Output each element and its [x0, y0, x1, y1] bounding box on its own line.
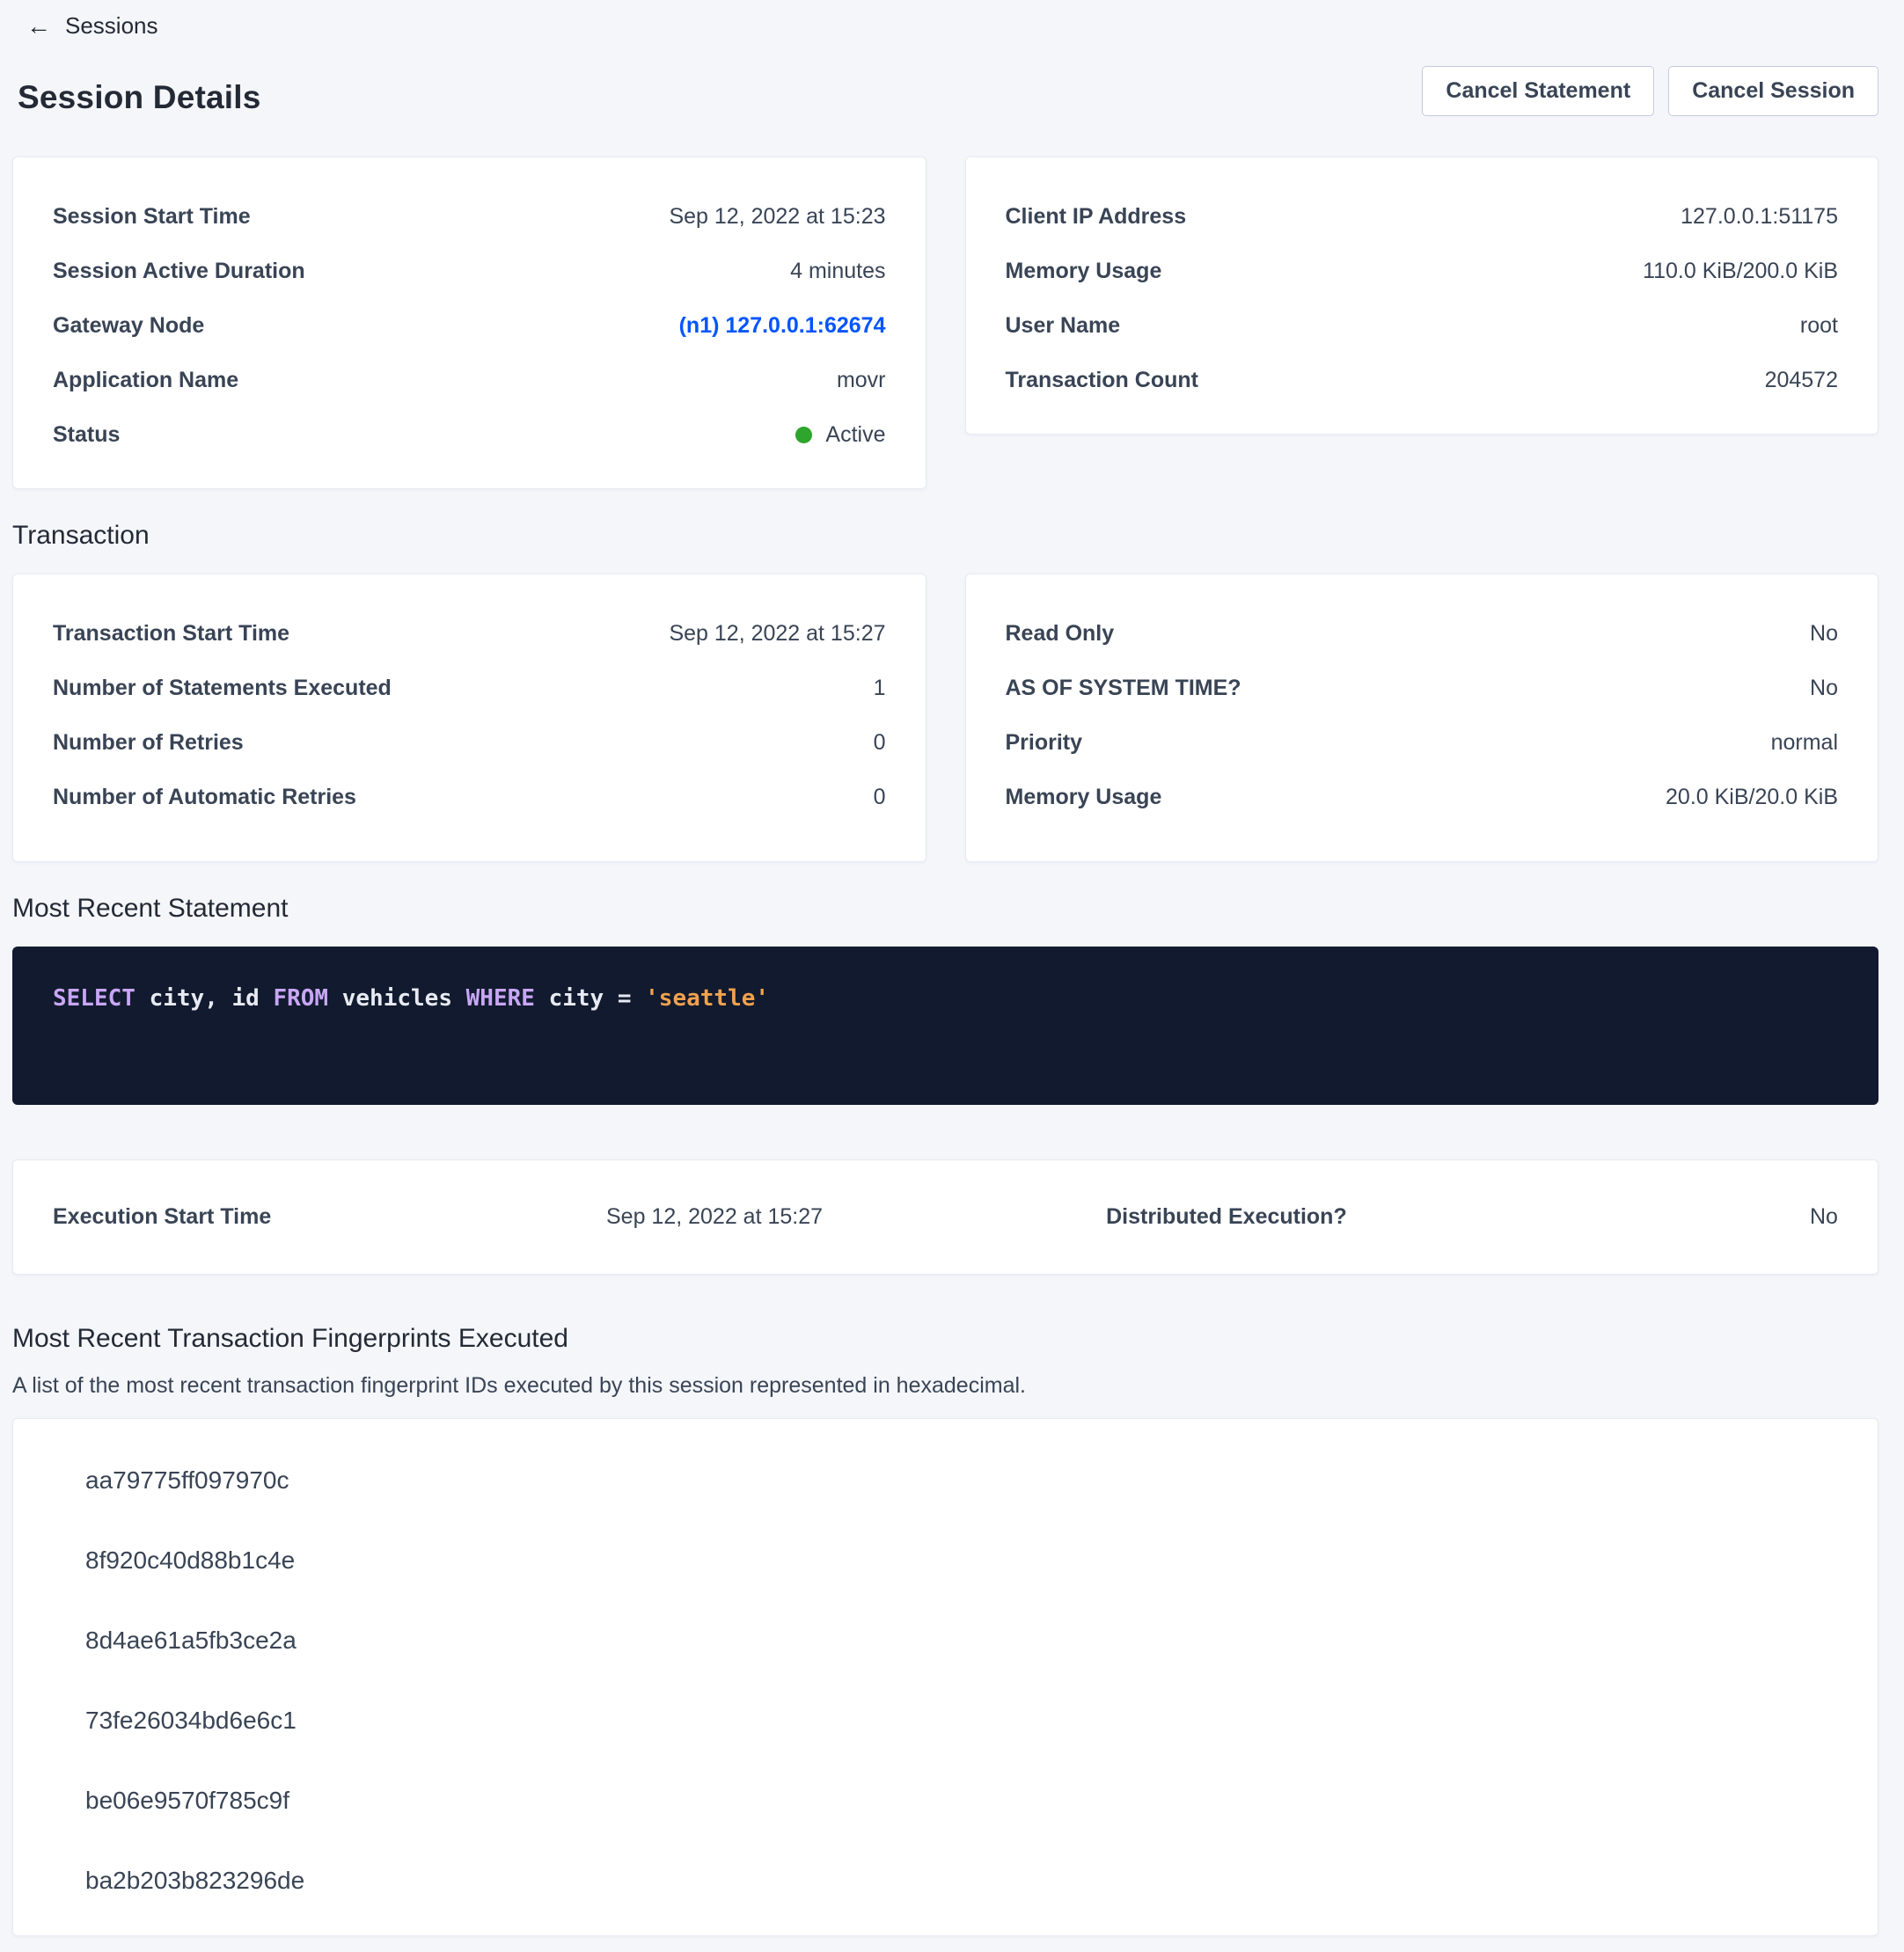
fingerprints-card: aa79775ff097970c 8f920c40d88b1c4e 8d4ae61a… — [12, 1418, 1878, 1936]
gateway-node-link[interactable]: (n1) 127.0.0.1:62674 — [679, 313, 886, 339]
row-value: normal — [1771, 730, 1838, 756]
transaction-left-card: Transaction Start Time Sep 12, 2022 at 15… — [12, 574, 926, 862]
transaction-right-card: Read Only No AS OF SYSTEM TIME? No Priority n… — [965, 574, 1879, 862]
distributed-execution-label: Distributed Execution? — [1106, 1204, 1481, 1230]
execution-start-time-label: Execution Start Time — [53, 1204, 606, 1230]
row-value: 204572 — [1765, 368, 1838, 393]
row-label: Client IP Address — [1006, 204, 1187, 230]
page-header: Session Details Cancel Statement Cancel … — [12, 66, 1878, 116]
sql-token-kw: FROM — [273, 985, 328, 1012]
transaction-fingerprint-id: 8d4ae61a5fb3ce2a — [85, 1627, 1838, 1655]
status-value: Active — [795, 422, 885, 448]
row-value: 0 — [874, 785, 886, 810]
page-title: Session Details — [18, 79, 261, 116]
detail-row: Gateway Node (n1) 127.0.0.1:62674 — [53, 298, 886, 353]
session-details-card: Session Start TimeSep 12, 2022 at 15:23S… — [12, 157, 926, 489]
detail-row: Session Active Duration 4 minutes — [53, 244, 886, 298]
row-label: AS OF SYSTEM TIME? — [1006, 676, 1241, 701]
row-value: 127.0.0.1:51175 — [1681, 204, 1838, 230]
transaction-fingerprint-id: aa79775ff097970c — [85, 1466, 1838, 1495]
row-label: Transaction Count — [1006, 368, 1198, 393]
detail-row: Client IP Address 127.0.0.1:51175 — [1006, 189, 1839, 244]
row-value: movr — [837, 368, 886, 393]
header-buttons: Cancel Statement Cancel Session — [1422, 66, 1878, 116]
sql-token-id: vehicles — [328, 985, 466, 1012]
row-label: Memory Usage — [1006, 785, 1162, 810]
row-label: Memory Usage — [1006, 259, 1162, 284]
detail-row: Memory Usage 20.0 KiB/20.0 KiB — [1006, 770, 1839, 824]
transaction-fingerprint-id: 73fe26034bd6e6c1 — [85, 1707, 1838, 1735]
fingerprints-section-description: A list of the most recent transaction fi… — [12, 1373, 1878, 1399]
transaction-cards: Transaction Start Time Sep 12, 2022 at 15… — [12, 574, 1878, 862]
row-value: root — [1800, 313, 1838, 339]
row-label: User Name — [1006, 313, 1121, 339]
row-value: 1 — [874, 676, 886, 701]
row-label: Number of Automatic Retries — [53, 785, 356, 810]
fingerprints-section-title: Most Recent Transaction Fingerprints Exe… — [12, 1324, 1878, 1354]
detail-row: Number of Automatic Retries 0 — [53, 770, 886, 824]
row-label: Read Only — [1006, 621, 1115, 647]
detail-row: Read Only No — [1006, 606, 1839, 661]
row-value: Sep 12, 2022 at 15:23 — [669, 204, 885, 230]
cancel-statement-button[interactable]: Cancel Statement — [1422, 66, 1654, 116]
row-label: Number of Retries — [53, 730, 244, 756]
detail-row: Session Start Time Sep 12, 2022 at 15:23 — [53, 189, 886, 244]
fingerprints-section: Most Recent Transaction Fingerprints Exe… — [12, 1324, 1878, 1936]
detail-row: AS OF SYSTEM TIME? No — [1006, 661, 1839, 715]
detail-row: Number of Retries 0 — [53, 715, 886, 770]
status-active-dot — [795, 427, 812, 443]
detail-row: Priority normal — [1006, 715, 1839, 770]
detail-row: Memory Usage 110.0 KiB/200.0 KiB — [1006, 244, 1839, 298]
transaction-fingerprint-id: 8f920c40d88b1c4e — [85, 1546, 1838, 1575]
sql-token-str: 'seattle' — [645, 985, 769, 1012]
sql-token-kw: SELECT — [53, 985, 135, 1012]
detail-row: User Name root — [1006, 298, 1839, 353]
row-value: Sep 12, 2022 at 15:27 — [669, 621, 885, 647]
session-overview-cards: Session Start TimeSep 12, 2022 at 15:23S… — [12, 157, 1878, 489]
row-label: Number of Statements Executed — [53, 676, 392, 701]
cancel-session-button[interactable]: Cancel Session — [1668, 66, 1878, 116]
row-value: 0 — [874, 730, 886, 756]
transaction-section-title: Transaction — [12, 521, 1878, 551]
row-label: Session Start Time — [53, 204, 251, 230]
back-to-sessions-link[interactable]: ← Sessions — [12, 9, 165, 43]
row-value: 20.0 KiB/20.0 KiB — [1666, 785, 1838, 810]
row-value: 4 minutes — [790, 259, 885, 284]
row-label: Transaction Start Time — [53, 621, 289, 647]
statement-section-title: Most Recent Statement — [12, 894, 1878, 924]
row-label: Priority — [1006, 730, 1083, 756]
sql-token-kw: WHERE — [466, 985, 535, 1012]
sql-token-id: city = — [535, 985, 645, 1012]
row-value: No — [1810, 676, 1838, 701]
client-details-card: Client IP Address 127.0.0.1:51175 Memory U… — [965, 157, 1879, 435]
back-arrow-icon: ← — [26, 14, 51, 39]
row-value: 110.0 KiB/200.0 KiB — [1643, 259, 1838, 284]
detail-row: Transaction Start Time Sep 12, 2022 at 15… — [53, 606, 886, 661]
detail-row: Number of Statements Executed 1 — [53, 661, 886, 715]
back-link-label: Sessions — [65, 12, 158, 40]
row-label: Status — [53, 422, 120, 448]
detail-row: Status Active — [53, 407, 886, 462]
detail-row: Transaction Count 204572 — [1006, 353, 1839, 407]
distributed-execution-value: No — [1481, 1204, 1838, 1230]
row-label: Gateway Node — [53, 313, 204, 339]
row-value: No — [1810, 621, 1838, 647]
sql-token-id: city, id — [135, 985, 274, 1012]
execution-start-time-value: Sep 12, 2022 at 15:27 — [606, 1204, 1106, 1230]
transaction-fingerprint-id: be06e9570f785c9f — [85, 1787, 1838, 1815]
row-label: Application Name — [53, 368, 238, 393]
transaction-fingerprint-id: ba2b203b823296de — [85, 1867, 1838, 1895]
row-label: Session Active Duration — [53, 259, 305, 284]
sql-statement-box: SELECT city, id FROM vehicles WHERE city… — [12, 947, 1878, 1105]
execution-card: Execution Start Time Sep 12, 2022 at 15:… — [12, 1159, 1878, 1275]
detail-row: Application Name movr — [53, 353, 886, 407]
